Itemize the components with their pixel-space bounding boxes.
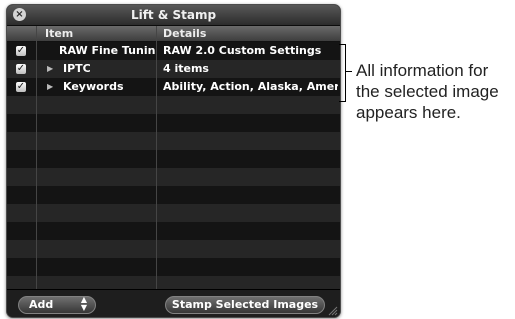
lift-stamp-window: × Lift & Stamp Item Details ✓ RAW Fine T… (6, 4, 341, 318)
empty-row (7, 96, 340, 114)
column-divider (36, 26, 37, 289)
empty-row (7, 114, 340, 132)
table-row[interactable]: ✓ ▶ Keywords Ability, Action, Alaska, Ame… (7, 78, 340, 96)
empty-row (7, 150, 340, 168)
row-details-label: Ability, Action, Alaska, Ameri (163, 80, 338, 93)
add-popup-label: Add (29, 298, 54, 311)
disclosure-triangle-icon[interactable]: ▶ (47, 60, 53, 78)
column-header-details[interactable]: Details (157, 26, 340, 41)
empty-row (7, 204, 340, 222)
empty-row (7, 222, 340, 240)
row-item-label: IPTC (63, 62, 91, 75)
row-item-label: Keywords (63, 80, 124, 93)
row-item-label: RAW Fine Tunin (59, 44, 155, 57)
title-bar[interactable]: × Lift & Stamp (7, 5, 340, 26)
column-divider (156, 26, 157, 289)
callout-bracket (339, 44, 346, 102)
table-header: Item Details (7, 26, 340, 42)
checkmark-icon[interactable]: ✓ (16, 82, 26, 92)
empty-row (7, 258, 340, 276)
checkmark-icon[interactable]: ✓ (16, 64, 26, 74)
empty-row (7, 240, 340, 258)
row-details-label: 4 items (163, 62, 209, 75)
empty-row (7, 276, 340, 289)
empty-row (7, 186, 340, 204)
column-header-item[interactable]: Item (37, 26, 163, 41)
stamp-selected-images-button[interactable]: Stamp Selected Images (165, 296, 325, 314)
row-details-label: RAW 2.0 Custom Settings (163, 44, 322, 57)
disclosure-triangle-icon[interactable]: ▶ (47, 78, 53, 96)
add-popup-button[interactable]: Add ▲ ▼ (18, 296, 96, 314)
table-row[interactable]: ✓ ▶ IPTC 4 items (7, 60, 340, 78)
resize-grip-icon[interactable] (328, 306, 338, 316)
checkmark-icon[interactable]: ✓ (16, 46, 26, 56)
metadata-table: Item Details ✓ RAW Fine Tunin RAW 2.0 Cu… (7, 26, 340, 289)
window-title: Lift & Stamp (130, 8, 217, 22)
table-row[interactable]: ✓ RAW Fine Tunin RAW 2.0 Custom Settings (7, 42, 340, 60)
callout-bracket-tick (345, 71, 352, 72)
empty-row (7, 132, 340, 150)
bottom-toolbar: Add ▲ ▼ Stamp Selected Images (7, 289, 340, 317)
callout-text: All information for the selected image a… (356, 61, 499, 122)
empty-row (7, 168, 340, 186)
popup-arrows-icon: ▲ ▼ (80, 295, 87, 312)
